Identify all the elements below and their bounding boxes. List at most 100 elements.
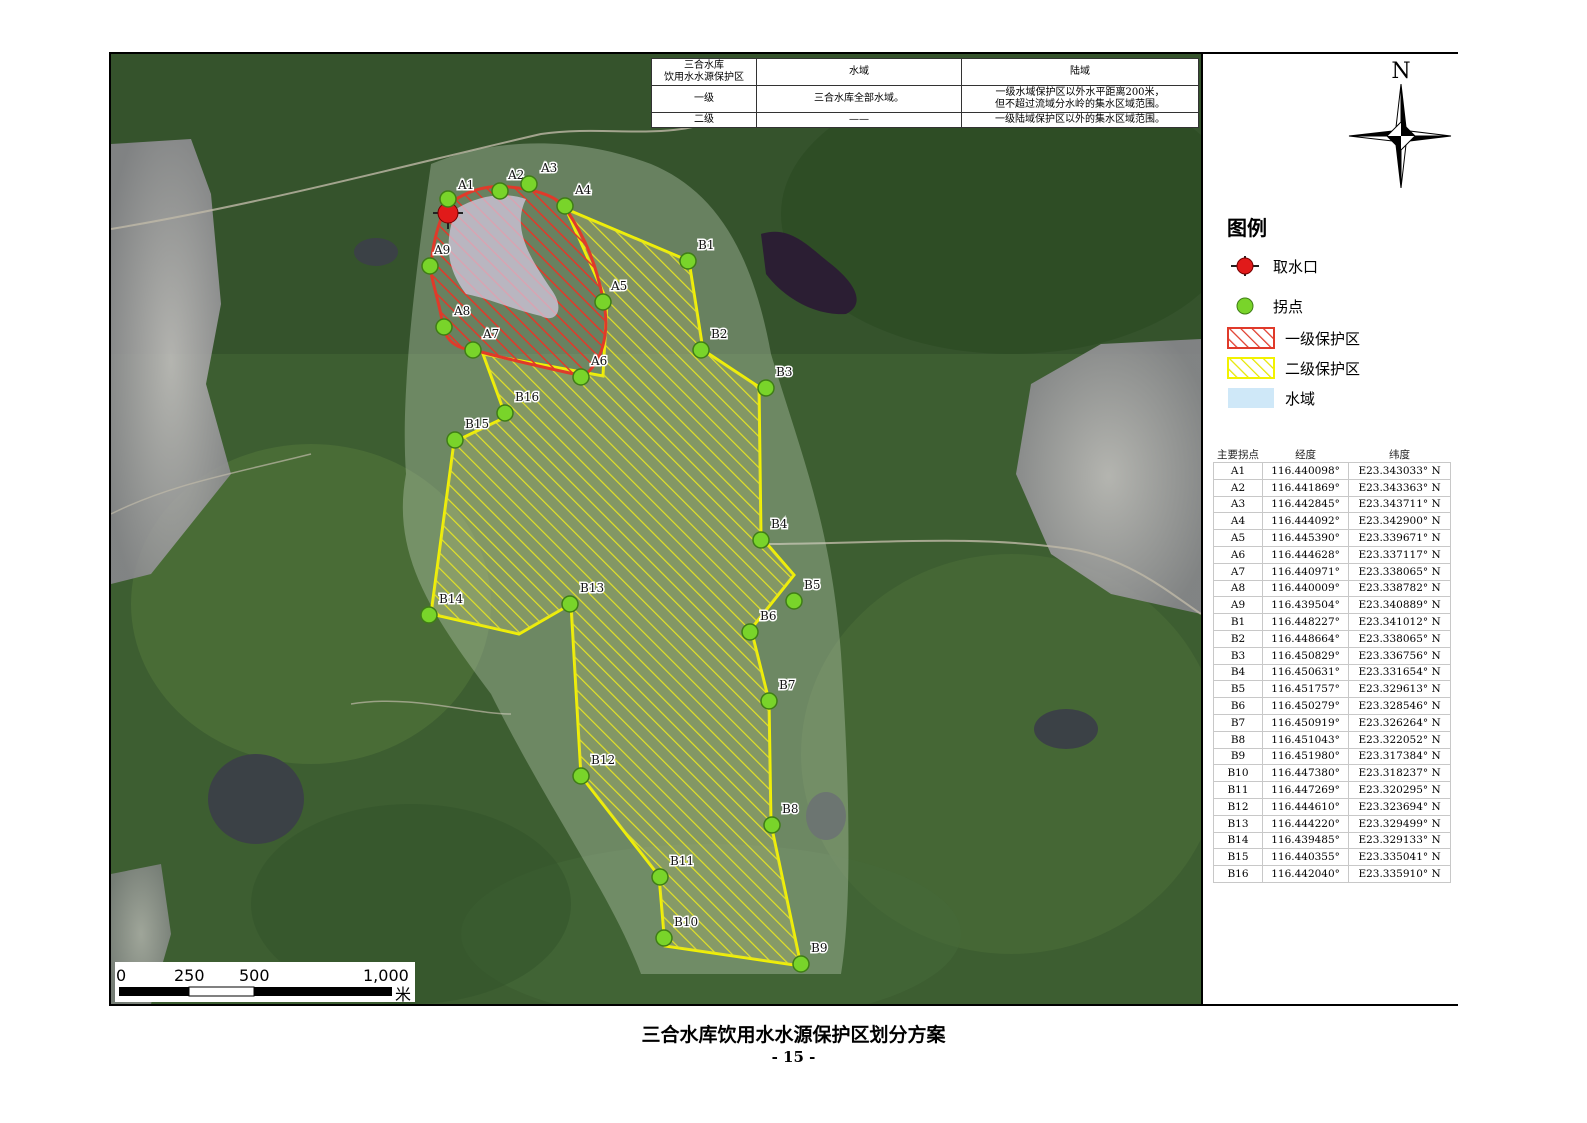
table-row: A9 116.439504° E23.340889° N — [1212, 596, 1451, 615]
table-cell: 三合水库全部水域。 — [756, 85, 962, 113]
legend-item-level1: 一级保护区 — [1227, 326, 1360, 350]
vertex-marker — [572, 368, 590, 386]
table-row: B16 116.442040° E23.335910° N — [1212, 865, 1451, 883]
coord-cell: A9 — [1212, 596, 1264, 615]
legend-title: 图例 — [1227, 216, 1267, 240]
vertex-label: B12 — [591, 753, 615, 767]
coord-cell: E23.331654° N — [1348, 663, 1451, 682]
table-cell: 一级 — [651, 85, 757, 113]
vertex-label: B14 — [439, 592, 463, 606]
coord-cell: B14 — [1212, 831, 1264, 850]
coord-cell: E23.329613° N — [1348, 680, 1451, 699]
coord-cell: 116.448227° — [1262, 613, 1350, 631]
coord-cell: E23.323694° N — [1348, 797, 1451, 816]
page-number: - 15 - — [771, 1048, 816, 1066]
table-row: B6 116.450279° E23.328546° N — [1212, 697, 1451, 715]
table-row: A7 116.440971° E23.338065° N — [1212, 562, 1451, 581]
legend-label: 取水口 — [1273, 257, 1319, 276]
vertex-marker — [741, 623, 759, 641]
intake-icon — [1231, 256, 1259, 276]
coord-cell: E23.326264° N — [1348, 713, 1451, 732]
coord-cell: 116.442845° — [1262, 495, 1350, 514]
coord-cell: B2 — [1212, 629, 1264, 648]
vertex-marker — [792, 955, 810, 973]
coord-cell: 116.450919° — [1262, 713, 1350, 732]
coord-cell: E23.343711° N — [1348, 495, 1451, 514]
coord-header: 纬度 — [1389, 448, 1411, 461]
table-row: A8 116.440009° E23.338782° N — [1212, 579, 1451, 598]
coord-cell: E23.338065° N — [1348, 629, 1451, 648]
coord-cell: B9 — [1212, 747, 1264, 766]
coord-cell: E23.318237° N — [1348, 764, 1451, 783]
coord-cell: 116.450829° — [1262, 646, 1350, 665]
scale-bar: 0 250 500 1,000 米 — [115, 962, 415, 1004]
coord-cell: 116.448664° — [1262, 629, 1350, 648]
coord-cell: 116.439504° — [1262, 596, 1350, 615]
coord-cell: B10 — [1212, 764, 1264, 783]
table-row: B7 116.450919° E23.326264° N — [1212, 713, 1451, 732]
coord-cell: 116.442040° — [1262, 865, 1350, 883]
vertex-coordinate-table: 主要拐点 经度 纬度 A1 116.440098° E23.343033° N A2 1… — [1212, 446, 1451, 883]
legend-label: 二级保护区 — [1285, 359, 1361, 378]
coord-cell: B16 — [1212, 865, 1264, 883]
vertex-marker — [752, 531, 770, 549]
legend-panel: N 图例 取水口 拐点 一级保护区 二级保护区 水域 主要拐点 经度 纬度 A1… — [1201, 54, 1458, 1004]
water-icon — [1228, 388, 1274, 408]
table-cell: —— — [756, 112, 962, 128]
coord-cell: A7 — [1212, 562, 1264, 581]
table-cell: 二级 — [651, 112, 757, 128]
coord-header: 主要拐点 — [1217, 448, 1260, 461]
vertex-label: B5 — [804, 578, 820, 592]
coord-cell: 116.447269° — [1262, 781, 1350, 799]
legend-item-level2: 二级保护区 — [1227, 356, 1360, 380]
legend-label: 一级保护区 — [1285, 329, 1361, 348]
vertex-marker — [655, 929, 673, 947]
vertex-label: B6 — [760, 609, 776, 623]
coord-cell: A5 — [1212, 529, 1264, 547]
vertex-marker — [561, 595, 579, 613]
coord-cell: 116.440009° — [1262, 579, 1350, 598]
table-row: B5 116.451757° E23.329613° N — [1212, 680, 1451, 699]
coord-cell: 116.451043° — [1262, 730, 1350, 749]
vertex-icon — [1236, 297, 1254, 315]
coord-cell: A4 — [1212, 512, 1264, 531]
coord-cell: E23.340889° N — [1348, 596, 1451, 615]
coord-cell: E23.317384° N — [1348, 747, 1451, 766]
coord-cell: E23.329499° N — [1348, 814, 1451, 833]
coord-cell: B4 — [1212, 663, 1264, 682]
coord-cell: 116.440355° — [1262, 848, 1350, 867]
vertex-marker — [435, 318, 453, 336]
coord-cell: B15 — [1212, 848, 1264, 867]
protection-zone-table: 三合水库 饮用水水源保护区 水域 陆域 一级 三合水库全部水域。 一级水域保护区… — [651, 58, 1199, 128]
vertex-label: A1 — [457, 178, 474, 192]
legend-item-vertex: 拐点 — [1227, 294, 1303, 318]
coord-cell: 116.447380° — [1262, 764, 1350, 783]
level2-hatch-icon — [1227, 357, 1275, 379]
vertex-marker — [594, 293, 612, 311]
vertex-label: A3 — [540, 161, 557, 175]
vertex-label: B4 — [771, 517, 788, 531]
map-frame: A1 A2 A3 A4 A5 A6 A7 A8 A9 B1 B2 B3 B4 B5 B6 B7 B8 B9 B10 B… — [109, 52, 1458, 1006]
coord-cell: 116.451757° — [1262, 680, 1350, 699]
coord-cell: 116.450279° — [1262, 697, 1350, 715]
page-caption: 三合水库饮用水水源保护区划分方案 — [641, 1024, 946, 1046]
coord-cell: E23.335041° N — [1348, 848, 1451, 867]
vertex-marker — [651, 868, 669, 886]
vertex-label: B15 — [465, 417, 489, 431]
satellite-map: A1A2 A3A4A5A6A7A8A9 B1B2B3B4B5B6B7B8B9B10B… — [111, 54, 1201, 1004]
north-label: N — [1391, 59, 1410, 84]
coord-cell: 116.450631° — [1262, 663, 1350, 682]
coord-cell: B6 — [1212, 697, 1264, 715]
vertex-label: B9 — [811, 941, 827, 955]
coord-cell: E23.339671° N — [1348, 529, 1451, 547]
vertex-marker — [520, 175, 538, 193]
vertex-marker — [572, 767, 590, 785]
coord-cell: 116.444628° — [1262, 545, 1350, 564]
vertex-label: A7 — [482, 327, 499, 341]
table-row: B14 116.439485° E23.329133° N — [1212, 831, 1451, 850]
table-row: B13 116.444220° E23.329499° N — [1212, 814, 1451, 833]
vertex-label: B11 — [670, 854, 694, 868]
coord-cell: E23.336756° N — [1348, 646, 1451, 665]
coord-cell: 116.445390° — [1262, 529, 1350, 547]
coord-cell: E23.329133° N — [1348, 831, 1451, 850]
